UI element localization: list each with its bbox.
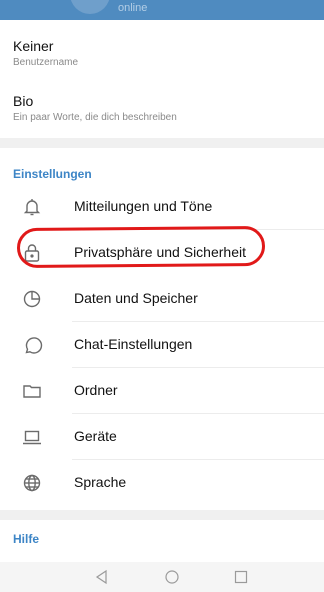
settings-item-label: Mitteilungen und Töne bbox=[74, 198, 213, 214]
settings-item-folders[interactable]: Ordner bbox=[0, 368, 324, 414]
username-caption: Benutzername bbox=[13, 57, 79, 68]
online-status: online bbox=[118, 2, 148, 14]
system-navbar bbox=[0, 562, 324, 592]
settings-item-label: Sprache bbox=[74, 474, 127, 490]
bio-field[interactable]: Bio Ein paar Worte, die dich beschreiben bbox=[13, 93, 177, 123]
folder-icon bbox=[20, 379, 44, 403]
avatar[interactable] bbox=[70, 0, 110, 14]
help-section-title: Hilfe bbox=[13, 532, 40, 546]
settings-item-label: Ordner bbox=[74, 382, 118, 398]
bio-caption: Ein paar Worte, die dich beschreiben bbox=[13, 112, 177, 123]
username-value: Keiner bbox=[13, 38, 54, 54]
home-icon[interactable] bbox=[163, 568, 181, 586]
recents-icon[interactable] bbox=[232, 568, 250, 586]
settings-item-devices[interactable]: Geräte bbox=[0, 414, 324, 460]
username-field[interactable]: Keiner Benutzername bbox=[13, 38, 78, 68]
annotation-highlight bbox=[16, 225, 266, 269]
settings-section-title: Einstellungen bbox=[13, 167, 92, 181]
bio-value: Bio bbox=[13, 93, 34, 109]
settings-item-data[interactable]: Daten und Speicher bbox=[0, 276, 324, 322]
settings-item-label: Chat-Einstellungen bbox=[74, 336, 193, 352]
bell-icon bbox=[20, 195, 44, 219]
pie-chart-icon bbox=[20, 287, 44, 311]
laptop-icon bbox=[20, 425, 44, 449]
settings-item-language[interactable]: Sprache bbox=[0, 460, 324, 506]
section-separator bbox=[0, 510, 324, 520]
chat-bubble-icon bbox=[20, 333, 44, 357]
back-icon[interactable] bbox=[93, 568, 111, 586]
globe-icon bbox=[20, 471, 44, 495]
settings-item-label: Daten und Speicher bbox=[74, 290, 198, 306]
section-separator bbox=[0, 138, 324, 148]
settings-item-chat[interactable]: Chat-Einstellungen bbox=[0, 322, 324, 368]
profile-header: online bbox=[0, 0, 324, 20]
settings-item-notifications[interactable]: Mitteilungen und Töne bbox=[0, 184, 324, 230]
settings-item-label: Geräte bbox=[74, 428, 117, 444]
